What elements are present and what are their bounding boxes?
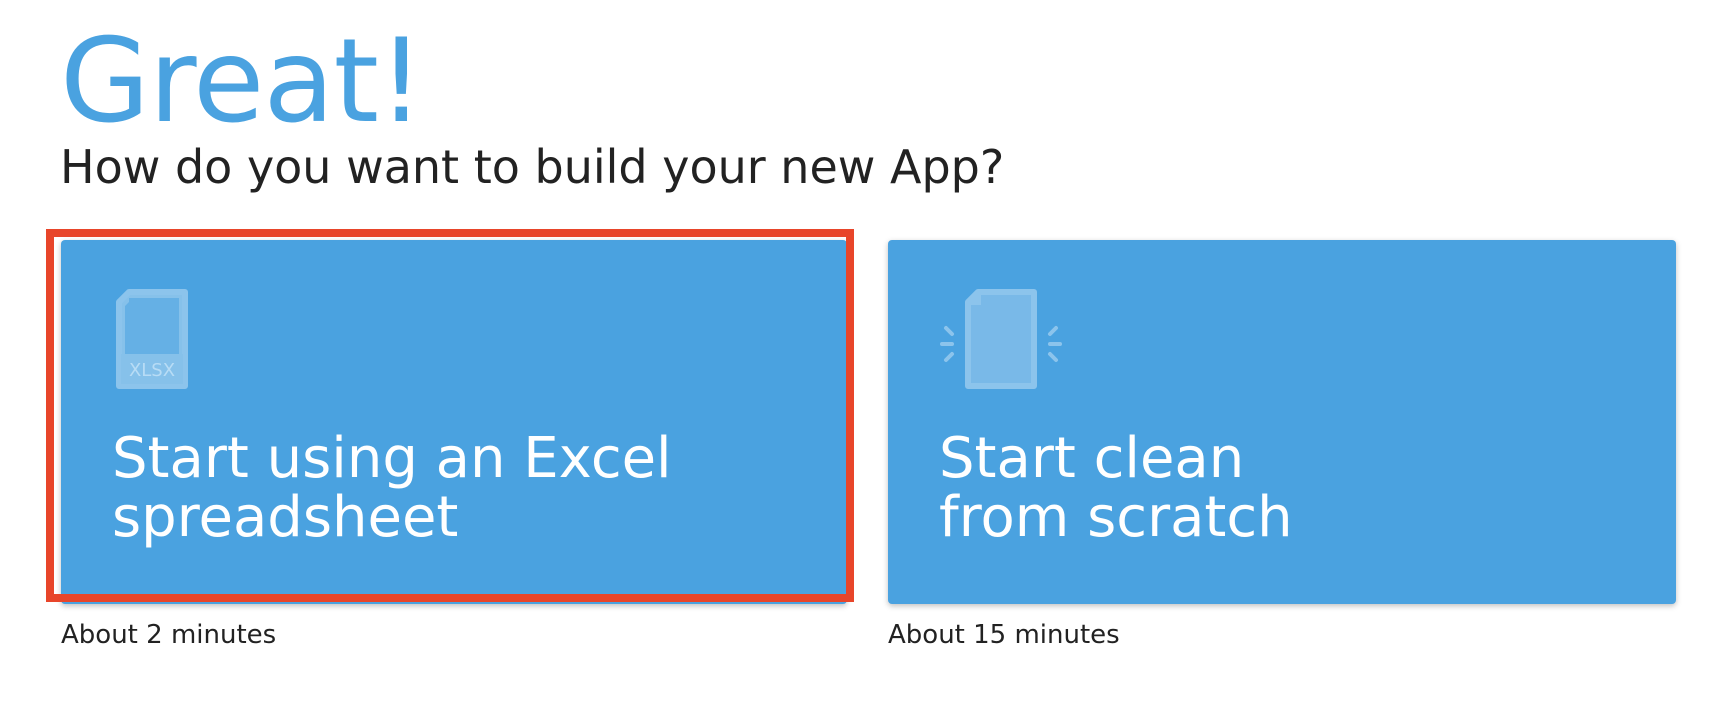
xlsx-file-icon: XLSX (113, 288, 253, 398)
option-title: Start clean from scratch (939, 426, 1293, 550)
start-from-excel-button[interactable]: XLSX Start using an Excel spreadsheet (61, 240, 847, 604)
blank-file-sparkle-icon (938, 288, 1078, 398)
option-duration: About 2 minutes (61, 620, 277, 650)
page-title: Great! (60, 14, 424, 149)
option-title-line: spreadsheet (112, 484, 459, 550)
option-title-line: Start using an Excel (112, 426, 672, 491)
app-creation-wizard: Great! How do you want to build your new… (0, 0, 1724, 718)
option-duration: About 15 minutes (888, 620, 1120, 650)
option-title-line: from scratch (939, 484, 1293, 550)
option-title-line: Start clean (939, 426, 1245, 491)
option-title: Start using an Excel spreadsheet (112, 426, 672, 550)
start-from-scratch-button[interactable]: Start clean from scratch (888, 240, 1676, 604)
page-subtitle: How do you want to build your new App? (60, 140, 1005, 194)
svg-text:XLSX: XLSX (129, 360, 175, 381)
